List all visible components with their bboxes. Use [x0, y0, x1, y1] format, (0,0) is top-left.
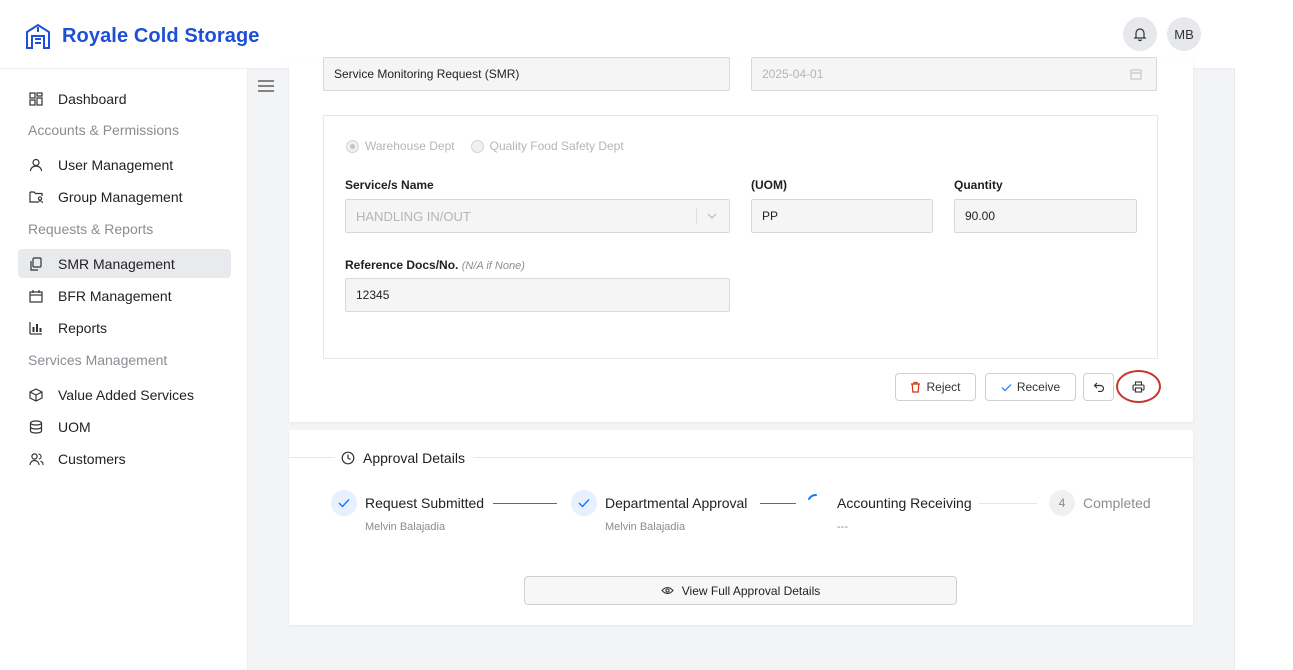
view-full-approval-button[interactable]: View Full Approval Details [524, 576, 957, 605]
sidebar-item-user-management[interactable]: User Management [18, 150, 231, 179]
sidebar-item-value-added-services[interactable]: Value Added Services [18, 380, 231, 409]
step-3-sub: --- [837, 521, 848, 533]
step-3-loading-icon [803, 490, 829, 516]
sidebar-item-label: UOM [58, 418, 91, 435]
service-name-label: Service/s Name [345, 178, 434, 192]
step-4-title: Completed [1083, 495, 1151, 511]
cube-icon [28, 387, 44, 403]
reject-label: Reject [926, 380, 961, 394]
receive-button[interactable]: Receive [985, 373, 1076, 401]
brand[interactable]: Royale Cold Storage [24, 22, 260, 50]
approval-divider-left [289, 457, 335, 458]
step-3-title: Accounting Receiving [837, 495, 972, 511]
view-full-approval-label: View Full Approval Details [681, 583, 821, 598]
department-radio-group: Warehouse Dept Quality Food Safety Dept [346, 139, 624, 153]
select-divider [696, 208, 697, 224]
quantity-label: Quantity [954, 178, 1003, 192]
step-connector-2 [760, 503, 796, 504]
sidebar-item-label: Dashboard [58, 90, 127, 107]
reference-label-text: Reference Docs/No. [345, 258, 459, 272]
sidebar-item-label: Value Added Services [58, 386, 194, 403]
nav-group-services: Services Management [28, 352, 168, 368]
step-1-check-icon [331, 490, 357, 516]
step-connector-1 [493, 503, 557, 504]
radio-label-quality: Quality Food Safety Dept [489, 139, 624, 153]
menu-toggle-icon[interactable] [257, 79, 275, 93]
reference-label: Reference Docs/No. (N/A if None) [345, 258, 525, 272]
reference-hint: (N/A if None) [461, 260, 525, 272]
brand-name: Royale Cold Storage [62, 24, 260, 47]
sidebar-item-uom[interactable]: UOM [18, 412, 231, 441]
calendar-box-icon [28, 288, 44, 304]
bar-chart-icon [28, 320, 44, 336]
sidebar-item-label: Customers [58, 450, 126, 467]
notifications-button[interactable] [1123, 17, 1157, 51]
sidebar-item-label: SMR Management [58, 255, 175, 272]
approval-title-text: Approval Details [363, 450, 465, 466]
folder-user-icon [28, 189, 44, 205]
app-shell: Royale Cold Storage MB Dashboard Account… [0, 0, 1235, 670]
uom-label: (UOM) [751, 178, 787, 192]
step-2-sub: Melvin Balajadia [605, 521, 686, 533]
trash-icon [911, 381, 921, 393]
users-icon [28, 451, 44, 467]
undo-button[interactable] [1083, 373, 1114, 401]
sidebar-item-reports[interactable]: Reports [18, 313, 231, 342]
print-highlight-annotation [1116, 370, 1161, 403]
receive-label: Receive [1016, 380, 1061, 394]
date-value: 2025-04-01 [762, 67, 824, 81]
top-actions: MB [1123, 17, 1201, 51]
sidebar-item-bfr-management[interactable]: BFR Management [18, 281, 231, 310]
user-icon [28, 157, 44, 173]
uom-field[interactable]: PP [751, 199, 933, 233]
service-name-select[interactable]: HANDLING IN/OUT [345, 199, 730, 233]
step-connector-3 [979, 503, 1037, 504]
calendar-icon [1130, 69, 1142, 80]
eye-icon [660, 586, 674, 595]
check-icon [1001, 383, 1012, 391]
step-2-check-icon [571, 490, 597, 516]
step-4-number-icon: 4 [1049, 490, 1075, 516]
sidebar-item-customers[interactable]: Customers [18, 444, 231, 473]
warehouse-logo-icon [26, 23, 50, 49]
copy-icon [28, 256, 44, 272]
undo-icon [1093, 382, 1104, 392]
sidebar-item-smr-management[interactable]: SMR Management [18, 249, 231, 278]
radio-label-warehouse: Warehouse Dept [365, 139, 455, 153]
sidebar-item-label: BFR Management [58, 287, 172, 304]
dashboard-grid-icon [28, 91, 44, 107]
nav-group-requests: Requests & Reports [28, 221, 154, 237]
reference-field[interactable]: 12345 [345, 278, 730, 312]
step-2-title: Departmental Approval [605, 495, 748, 511]
sidebar-item-label: Reports [58, 319, 108, 336]
sidebar-item-label: User Management [58, 156, 174, 173]
request-type-field[interactable]: Service Monitoring Request (SMR) [323, 57, 730, 91]
chevron-down-icon [707, 213, 717, 219]
approval-divider-right [473, 457, 1193, 458]
step-1-sub: Melvin Balajadia [365, 521, 446, 533]
user-avatar[interactable]: MB [1167, 17, 1201, 51]
sidebar-item-label: Group Management [58, 188, 183, 205]
database-icon [28, 419, 44, 435]
sidebar-item-group-management[interactable]: Group Management [18, 182, 231, 211]
sidebar-item-dashboard[interactable]: Dashboard [18, 84, 231, 113]
reject-button[interactable]: Reject [895, 373, 976, 401]
date-field[interactable]: 2025-04-01 [751, 57, 1157, 91]
radio-warehouse-dept[interactable] [346, 139, 359, 153]
quantity-field[interactable]: 90.00 [954, 199, 1137, 233]
radio-quality-food-safety-dept[interactable] [470, 139, 484, 153]
clock-icon [341, 451, 355, 465]
service-name-value: HANDLING IN/OUT [356, 208, 471, 224]
bell-icon [1133, 28, 1147, 42]
approval-title: Approval Details [341, 450, 465, 466]
nav-group-accounts: Accounts & Permissions [28, 122, 179, 138]
step-1-title: Request Submitted [365, 495, 485, 511]
